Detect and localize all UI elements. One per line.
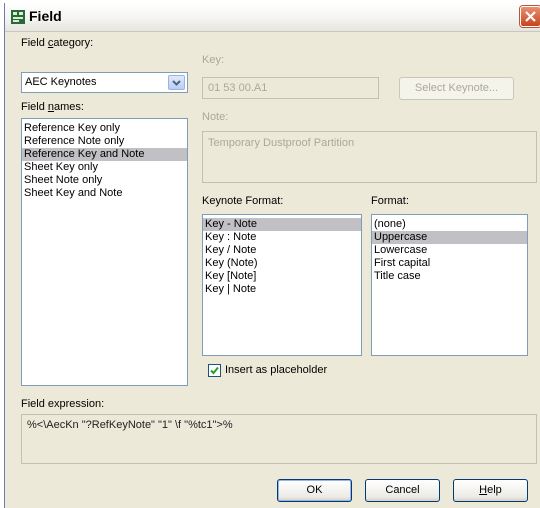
keynote-format-label: Keynote Format: [202,195,284,207]
format-label: Format: [371,195,409,207]
field-names-label: Field names: [21,101,84,113]
cancel-button[interactable]: Cancel [365,479,440,502]
title-bar: Field [5,3,540,32]
note-value: Temporary Dustproof Partition [208,137,355,149]
list-item[interactable]: Key / Note [203,244,361,257]
insert-placeholder-checkbox[interactable] [208,364,221,377]
list-item[interactable]: Sheet Key and Note [22,187,187,200]
insert-placeholder-label: Insert as placeholder [225,364,328,376]
select-keynote-button[interactable]: Select Keynote... [399,77,514,100]
list-item[interactable]: Key - Note [203,218,361,231]
close-icon [525,11,536,22]
field-expression-value: %<\AecKn "?RefKeyNote" "1" \f "%tc1">% [27,419,233,431]
label-part: Field [21,101,48,113]
label-part: Field [21,37,48,49]
help-label: elp [487,484,502,496]
list-item[interactable]: Title case [372,270,527,283]
list-item[interactable]: Key (Note) [203,257,361,270]
close-button[interactable] [520,6,540,27]
checkmark-icon [210,366,219,375]
list-item[interactable]: Lowercase [372,244,527,257]
field-expression-label: Field expression: [21,398,105,410]
field-category-combo[interactable]: AEC Keynotes [21,72,188,93]
window-title: Field [29,8,62,24]
chevron-down-icon [172,80,181,86]
list-item[interactable]: Key | Note [203,283,361,296]
note-label: Note: [202,111,229,123]
field-names-list[interactable]: Reference Key only Reference Note only R… [21,118,188,386]
field-category-value: AEC Keynotes [25,76,97,88]
ok-button[interactable]: OK [277,479,352,502]
key-value: 01 53 00.A1 [208,82,268,94]
label-part: ames: [54,101,84,113]
help-button[interactable]: Help [453,479,528,502]
format-list[interactable]: (none) Uppercase Lowercase First capital… [371,214,528,356]
list-item[interactable]: Reference Key only [22,122,187,135]
list-item[interactable]: Sheet Key only [22,161,187,174]
label-part: ategory: [53,37,94,49]
help-accel: H [479,484,488,496]
combo-dropdown-button[interactable] [168,75,185,90]
list-item[interactable]: Uppercase [372,231,527,244]
field-icon [11,10,25,24]
field-expression-box: %<\AecKn "?RefKeyNote" "1" \f "%tc1">% [21,414,537,464]
list-item[interactable]: Reference Note only [22,135,187,148]
list-item[interactable]: First capital [372,257,527,270]
list-item[interactable]: Key [Note] [203,270,361,283]
list-item[interactable]: (none) [372,218,527,231]
field-category-label: Field category: [21,37,93,49]
keynote-format-list[interactable]: Key - Note Key : Note Key / Note Key (No… [202,214,362,356]
list-item[interactable]: Key : Note [203,231,361,244]
note-field: Temporary Dustproof Partition [202,131,537,183]
list-item[interactable]: Reference Key and Note [22,148,187,161]
key-label: Key: [202,54,225,66]
field-dialog: Field Field category: AEC Keynotes Field… [4,3,540,508]
key-field: 01 53 00.A1 [202,77,379,99]
list-item[interactable]: Sheet Note only [22,174,187,187]
